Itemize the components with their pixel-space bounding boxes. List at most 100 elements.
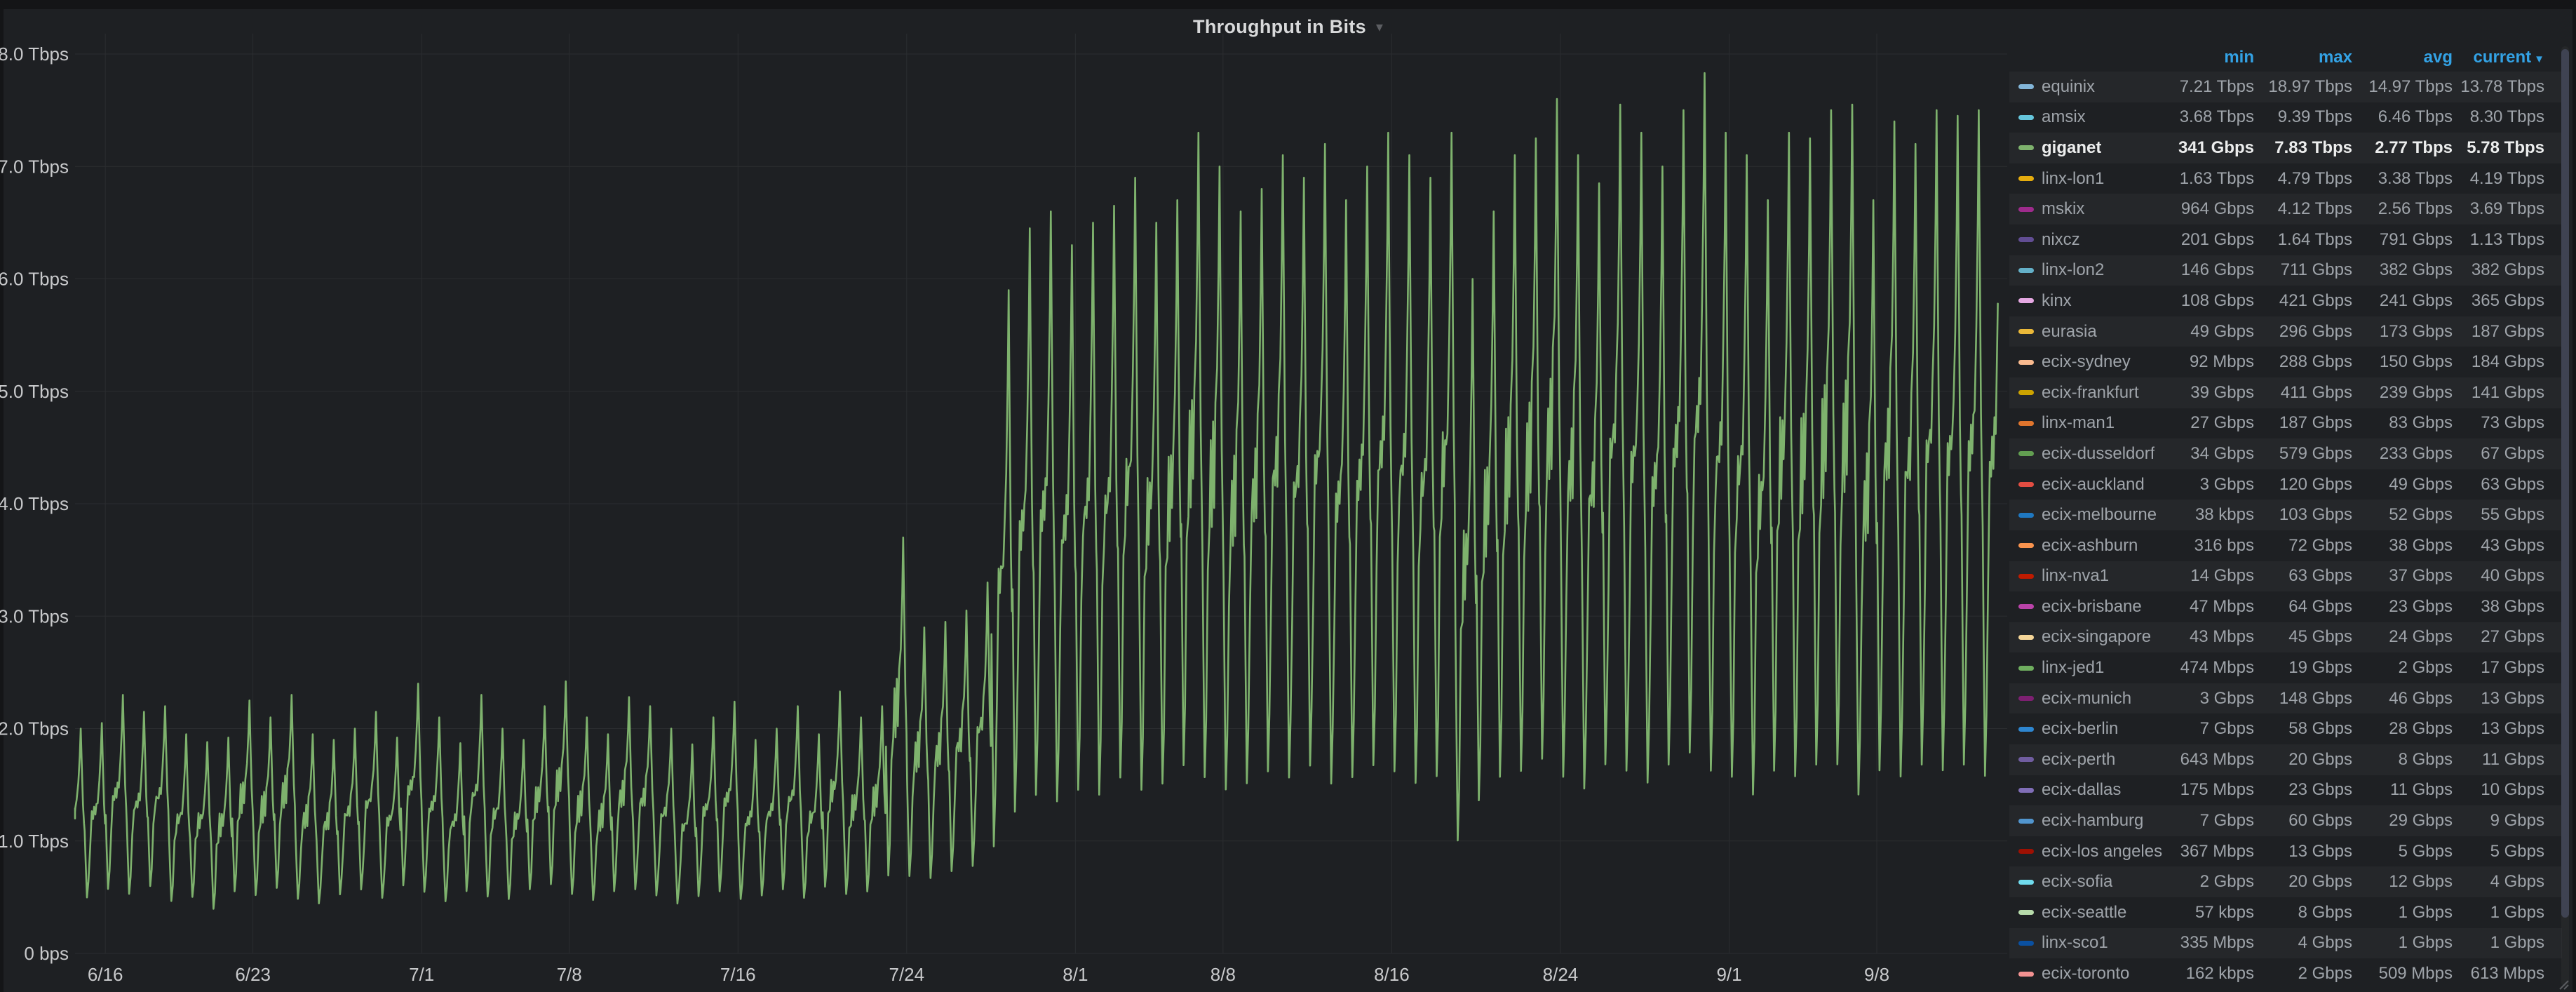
legend-series-toggle[interactable]: linx-man1 [2018, 413, 2166, 433]
legend-series-toggle[interactable]: linx-sco1 [2018, 933, 2166, 953]
legend-series-name[interactable]: ecix-munich [2042, 689, 2131, 709]
legend-series-swatch[interactable] [2018, 268, 2034, 273]
legend-series-name[interactable]: giganet [2042, 138, 2101, 158]
legend-row[interactable]: ecix-hamburg7 Gbps60 Gbps29 Gbps9 Gbps [2009, 805, 2562, 836]
legend-series-swatch[interactable] [2018, 145, 2034, 150]
legend-series-toggle[interactable]: ecix-berlin [2018, 719, 2166, 739]
legend-series-swatch[interactable] [2018, 451, 2034, 456]
legend-row[interactable]: nixcz201 Gbps1.64 Tbps791 Gbps1.13 Tbps [2009, 224, 2562, 255]
legend-row[interactable]: ecix-frankfurt39 Gbps411 Gbps239 Gbps141… [2009, 377, 2562, 408]
legend-series-swatch[interactable] [2018, 849, 2034, 854]
legend-series-swatch[interactable] [2018, 482, 2034, 487]
legend-row[interactable]: ecix-dusseldorf34 Gbps579 Gbps233 Gbps67… [2009, 438, 2562, 469]
legend-series-swatch[interactable] [2018, 329, 2034, 334]
legend-series-name[interactable]: ecix-dallas [2042, 780, 2121, 800]
legend-series-toggle[interactable]: linx-nva1 [2018, 566, 2166, 586]
legend-row[interactable]: kinx108 Gbps421 Gbps241 Gbps365 Gbps [2009, 286, 2562, 316]
legend-series-swatch[interactable] [2018, 513, 2034, 518]
legend-series-name[interactable]: nixcz [2042, 230, 2080, 250]
legend-series-toggle[interactable]: ecix-munich [2018, 689, 2166, 709]
legend-row[interactable]: ecix-munich3 Gbps148 Gbps46 Gbps13 Gbps [2009, 683, 2562, 714]
legend-series-swatch[interactable] [2018, 421, 2034, 426]
legend-series-toggle[interactable]: ecix-dusseldorf [2018, 444, 2166, 464]
legend-row[interactable]: ecix-sydney92 Mbps288 Gbps150 Gbps184 Gb… [2009, 347, 2562, 377]
legend-row[interactable]: ecix-melbourne38 kbps103 Gbps52 Gbps55 G… [2009, 500, 2562, 530]
panel-resize-handle[interactable] [2556, 977, 2570, 991]
legend-series-swatch[interactable] [2018, 635, 2034, 640]
legend-series-name[interactable]: mskix [2042, 199, 2084, 219]
legend-series-name[interactable]: linx-lon1 [2042, 169, 2104, 189]
legend-series-swatch[interactable] [2018, 543, 2034, 548]
legend-row[interactable]: linx-lon11.63 Tbps4.79 Tbps3.38 Tbps4.19… [2009, 163, 2562, 194]
legend-series-swatch[interactable] [2018, 604, 2034, 609]
legend-column-avg[interactable]: avg [2352, 48, 2453, 67]
legend-series-toggle[interactable]: kinx [2018, 291, 2166, 311]
legend-series-name[interactable]: linx-nva1 [2042, 566, 2109, 586]
legend-column-current[interactable]: current▼ [2453, 48, 2544, 67]
legend-series-name[interactable]: ecix-sydney [2042, 352, 2131, 372]
legend-series-toggle[interactable]: ecix-sofia [2018, 872, 2166, 892]
legend-series-swatch[interactable] [2018, 84, 2034, 89]
legend-series-toggle[interactable]: ecix-hamburg [2018, 811, 2166, 831]
legend-series-name[interactable]: ecix-ashburn [2042, 536, 2138, 556]
legend-series-name[interactable]: ecix-singapore [2042, 627, 2151, 647]
legend-series-name[interactable]: linx-man1 [2042, 413, 2115, 433]
legend-series-name[interactable]: ecix-seattle [2042, 903, 2126, 923]
legend-row[interactable]: ecix-dallas175 Mbps23 Gbps11 Gbps10 Gbps [2009, 775, 2562, 806]
legend-series-swatch[interactable] [2018, 390, 2034, 395]
legend-series-name[interactable]: eurasia [2042, 322, 2097, 342]
legend-row[interactable]: linx-lon2146 Gbps711 Gbps382 Gbps382 Gbp… [2009, 255, 2562, 286]
legend-series-name[interactable]: ecix-los angeles [2042, 842, 2162, 862]
legend-series-toggle[interactable]: linx-jed1 [2018, 658, 2166, 678]
legend-series-toggle[interactable]: ecix-auckland [2018, 475, 2166, 495]
legend-row[interactable]: ecix-seattle57 kbps8 Gbps1 Gbps1 Gbps [2009, 897, 2562, 928]
legend-series-toggle[interactable]: ecix-frankfurt [2018, 383, 2166, 403]
legend-series-swatch[interactable] [2018, 115, 2034, 120]
legend-series-swatch[interactable] [2018, 757, 2034, 762]
legend-row[interactable]: linx-sco1335 Mbps4 Gbps1 Gbps1 Gbps [2009, 928, 2562, 959]
legend-scrollbar-thumb[interactable] [2561, 49, 2569, 918]
legend-series-swatch[interactable] [2018, 696, 2034, 701]
legend-row[interactable]: giganet341 Gbps7.83 Tbps2.77 Tbps5.78 Tb… [2009, 133, 2562, 163]
legend-row[interactable]: ecix-toronto162 kbps2 Gbps509 Mbps613 Mb… [2009, 958, 2562, 989]
legend-row[interactable]: ecix-perth643 Mbps20 Gbps8 Gbps11 Gbps [2009, 744, 2562, 775]
legend-series-name[interactable]: amsix [2042, 107, 2086, 127]
legend-row[interactable]: ecix-auckland3 Gbps120 Gbps49 Gbps63 Gbp… [2009, 469, 2562, 500]
legend-series-name[interactable]: linx-lon2 [2042, 260, 2104, 280]
legend-series-toggle[interactable]: ecix-sydney [2018, 352, 2166, 372]
legend-row[interactable]: ecix-berlin7 Gbps58 Gbps28 Gbps13 Gbps [2009, 713, 2562, 744]
legend-series-toggle[interactable]: linx-lon1 [2018, 169, 2166, 189]
legend-scrollbar[interactable] [2561, 46, 2569, 986]
legend-series-swatch[interactable] [2018, 788, 2034, 793]
legend-series-toggle[interactable]: mskix [2018, 199, 2166, 219]
legend-series-toggle[interactable]: eurasia [2018, 322, 2166, 342]
legend-series-swatch[interactable] [2018, 207, 2034, 212]
legend-series-toggle[interactable]: ecix-melbourne [2018, 505, 2166, 525]
legend-series-name[interactable]: ecix-dusseldorf [2042, 444, 2154, 464]
legend-row[interactable]: linx-nva114 Gbps63 Gbps37 Gbps40 Gbps [2009, 561, 2562, 592]
legend-series-swatch[interactable] [2018, 819, 2034, 824]
legend-series-toggle[interactable]: linx-lon2 [2018, 260, 2166, 280]
legend-series-name[interactable]: kinx [2042, 291, 2072, 311]
legend-series-toggle[interactable]: ecix-seattle [2018, 903, 2166, 923]
legend-row[interactable]: equinix7.21 Tbps18.97 Tbps14.97 Tbps13.7… [2009, 72, 2562, 102]
legend-row[interactable]: ecix-ashburn316 bps72 Gbps38 Gbps43 Gbps [2009, 530, 2562, 561]
legend-series-toggle[interactable]: ecix-perth [2018, 750, 2166, 770]
legend-series-toggle[interactable]: ecix-los angeles [2018, 842, 2166, 862]
legend-row[interactable]: eurasia49 Gbps296 Gbps173 Gbps187 Gbps [2009, 316, 2562, 347]
legend-series-toggle[interactable]: ecix-brisbane [2018, 597, 2166, 617]
legend-series-toggle[interactable]: ecix-dallas [2018, 780, 2166, 800]
legend-series-toggle[interactable]: ecix-singapore [2018, 627, 2166, 647]
legend-row[interactable]: amsix3.68 Tbps9.39 Tbps6.46 Tbps8.30 Tbp… [2009, 102, 2562, 133]
legend-series-swatch[interactable] [2018, 176, 2034, 181]
legend-series-swatch[interactable] [2018, 237, 2034, 242]
legend-series-toggle[interactable]: equinix [2018, 77, 2166, 97]
legend-series-name[interactable]: ecix-sofia [2042, 872, 2112, 892]
legend-column-max[interactable]: max [2254, 48, 2352, 67]
legend-series-name[interactable]: ecix-perth [2042, 750, 2115, 770]
legend-column-min[interactable]: min [2166, 48, 2254, 67]
legend-series-swatch[interactable] [2018, 941, 2034, 946]
legend-series-swatch[interactable] [2018, 910, 2034, 915]
legend-row[interactable]: linx-jed1474 Mbps19 Gbps2 Gbps17 Gbps [2009, 652, 2562, 683]
legend-series-swatch[interactable] [2018, 360, 2034, 365]
